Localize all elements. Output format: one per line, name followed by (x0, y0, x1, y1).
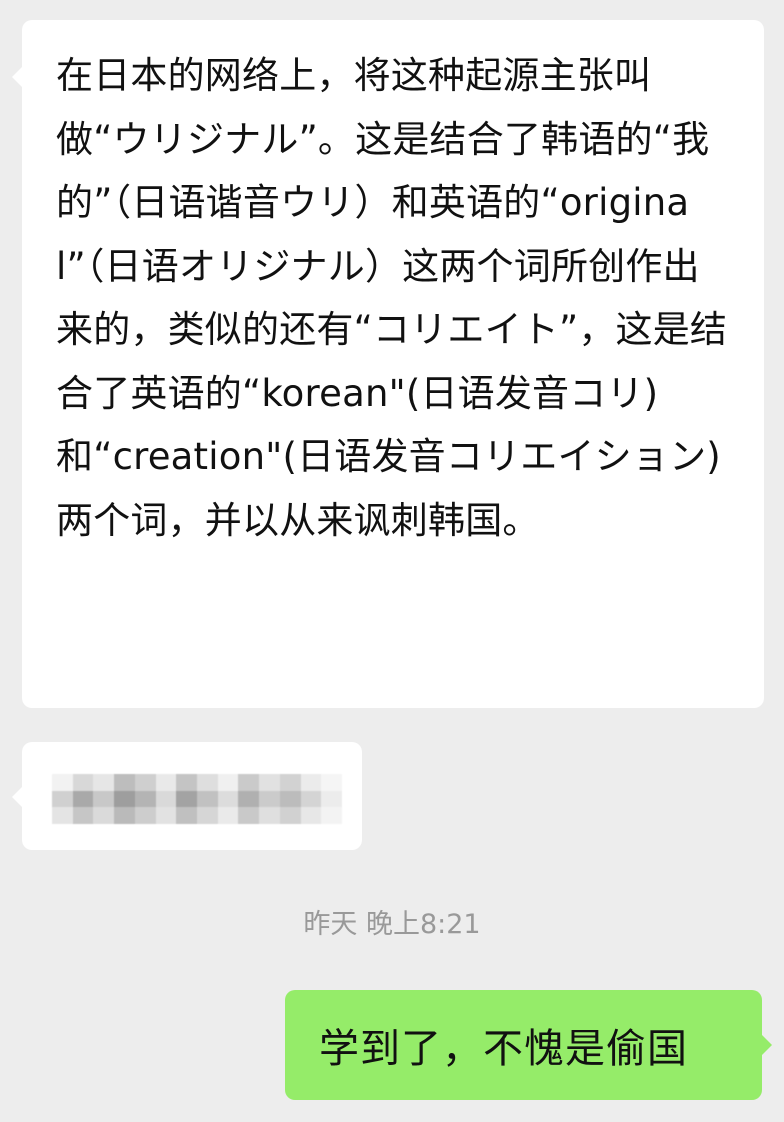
mosaic-cell (238, 774, 260, 791)
bubble-tail (12, 66, 23, 88)
message-text: 学到了，不愧是偷国 (319, 1026, 688, 1072)
mosaic-cell (114, 790, 135, 808)
mosaic-cell (259, 790, 280, 808)
mosaic-cell (134, 807, 156, 824)
mosaic-cell (300, 790, 322, 808)
mosaic-cell (279, 774, 301, 791)
pixelated-text-mosaic (52, 774, 342, 824)
mosaic-cell (176, 790, 197, 808)
mosaic-cell (93, 807, 115, 824)
incoming-message-bubble-pixelated[interactable] (12, 742, 362, 850)
bubble-tail (761, 1034, 772, 1056)
mosaic-cell (259, 774, 280, 791)
mosaic-cell (321, 790, 342, 808)
outgoing-message-bubble[interactable]: 学到了，不愧是偷国 (285, 990, 772, 1100)
mosaic-cell (300, 774, 322, 791)
mosaic-cell (155, 807, 177, 824)
mosaic-cell (217, 807, 239, 824)
mosaic-cell (114, 774, 135, 791)
mosaic-cell (238, 807, 260, 824)
mosaic-cell (52, 774, 73, 791)
mosaic-cell (300, 807, 322, 824)
mosaic-cell (52, 807, 73, 824)
mosaic-cell (176, 774, 197, 791)
mosaic-cell (321, 774, 342, 791)
mosaic-cell (155, 774, 177, 791)
mosaic-cell (72, 807, 94, 824)
mosaic-cell (196, 790, 218, 808)
mosaic-cell (238, 790, 260, 808)
mosaic-cell (196, 807, 218, 824)
mosaic-cell (114, 807, 135, 824)
mosaic-cell (93, 790, 115, 808)
mosaic-cell (155, 790, 177, 808)
mosaic-cell (72, 790, 94, 808)
mosaic-cell (52, 790, 73, 808)
message-text: 在日本的网络上，将这种起源主张叫做“ウリジナル”。这是结合了韩语的“我的”（日语… (56, 54, 728, 542)
mosaic-cell (196, 774, 218, 791)
mosaic-cell (321, 807, 342, 824)
mosaic-cell (176, 807, 197, 824)
incoming-message-bubble[interactable]: 在日本的网络上，将这种起源主张叫做“ウリジナル”。这是结合了韩语的“我的”（日语… (12, 20, 764, 708)
mosaic-cell (93, 774, 115, 791)
bubble-tail (12, 786, 23, 808)
mosaic-cell (217, 790, 239, 808)
mosaic-cell (279, 790, 301, 808)
mosaic-cell (134, 790, 156, 808)
mosaic-cell (279, 807, 301, 824)
mosaic-cell (72, 774, 94, 791)
mosaic-cell (217, 774, 239, 791)
mosaic-cell (134, 774, 156, 791)
message-timestamp: 昨天 晚上8:21 (303, 909, 481, 940)
mosaic-cell (259, 807, 280, 824)
